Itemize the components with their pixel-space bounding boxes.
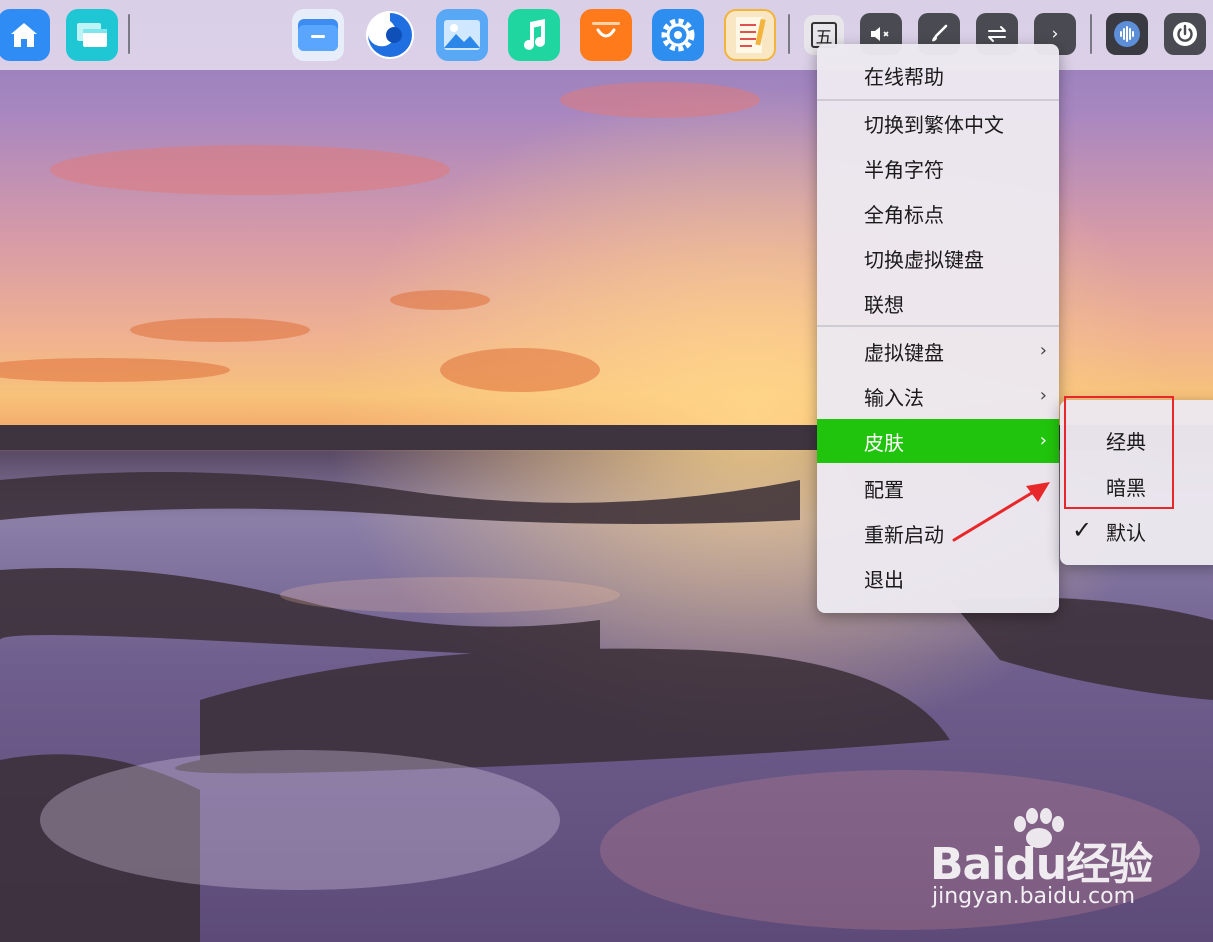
network-icon[interactable]	[1106, 13, 1148, 55]
multitask-window-icon[interactable]	[66, 9, 118, 61]
menu-item-label: 切换虚拟键盘	[864, 247, 984, 272]
menu-item-label: 半角字符	[864, 157, 944, 182]
menu-item-label: 重新启动	[864, 522, 944, 547]
menu-item-skin[interactable]: 皮肤 ›	[817, 419, 1059, 463]
menu-item-label: 皮肤	[864, 430, 904, 455]
menu-item-label: 联想	[864, 292, 904, 317]
watermark-logo-text: Baidu经验	[930, 839, 1153, 890]
menu-item-full-width-punctuation[interactable]: 全角标点	[817, 191, 1059, 235]
menu-item-label: 全角标点	[864, 202, 944, 227]
menu-item-prediction[interactable]: 联想	[817, 281, 1059, 325]
taskbar-separator	[1090, 14, 1092, 54]
photo-viewer-icon[interactable]	[436, 9, 488, 61]
checkmark-icon: ✓	[1072, 516, 1093, 544]
menu-item-traditional-chinese[interactable]: 切换到繁体中文	[817, 101, 1059, 145]
submenu-item-default[interactable]: ✓ 默认	[1060, 509, 1213, 553]
menu-item-virtual-keyboard[interactable]: 虚拟键盘 ›	[817, 329, 1059, 373]
menu-separator	[817, 325, 1059, 327]
notepad-icon[interactable]	[724, 9, 776, 61]
settings-icon[interactable]	[652, 9, 704, 61]
home-icon[interactable]	[0, 9, 50, 61]
menu-item-input-method[interactable]: 输入法 ›	[817, 374, 1059, 418]
file-manager-icon[interactable]	[292, 9, 344, 61]
taskbar-separator	[128, 14, 130, 54]
menu-item-label: 退出	[864, 567, 904, 592]
power-icon[interactable]	[1164, 13, 1206, 55]
menu-item-label: 配置	[864, 477, 904, 502]
menu-item-label: 虚拟键盘	[864, 340, 944, 365]
menu-item-toggle-virtual-keyboard[interactable]: 切换虚拟键盘	[817, 236, 1059, 280]
submenu-arrow-icon: ›	[1039, 430, 1047, 451]
menu-item-label: 输入法	[864, 385, 924, 410]
taskbar-separator	[788, 14, 790, 54]
music-icon[interactable]	[508, 9, 560, 61]
submenu-item-label: 默认	[1106, 520, 1146, 545]
menu-item-exit[interactable]: 退出	[817, 556, 1059, 600]
annotation-highlight-box	[1064, 396, 1174, 509]
submenu-arrow-icon: ›	[1039, 385, 1047, 406]
menu-item-online-help[interactable]: 在线帮助	[817, 53, 1059, 97]
menu-item-label: 切换到繁体中文	[864, 112, 1004, 137]
app-store-icon[interactable]	[580, 9, 632, 61]
menu-item-half-width[interactable]: 半角字符	[817, 146, 1059, 190]
submenu-arrow-icon: ›	[1039, 340, 1047, 361]
watermark-url: jingyan.baidu.com	[932, 884, 1136, 909]
browser-icon[interactable]	[364, 9, 416, 61]
annotation-arrow	[952, 482, 1050, 542]
menu-item-label: 在线帮助	[864, 64, 944, 89]
baidu-jingyan-watermark: Baidu经验 jingyan.baidu.com	[930, 808, 1190, 920]
